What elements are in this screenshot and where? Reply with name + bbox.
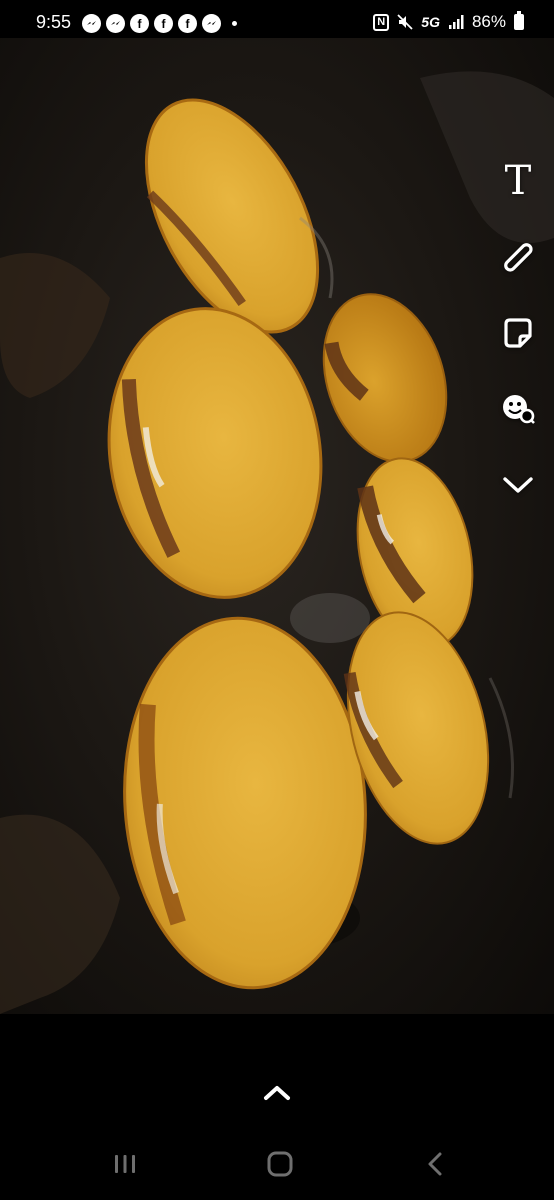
recents-icon [115, 1155, 135, 1173]
navigation-bar [0, 1140, 554, 1188]
home-icon [267, 1151, 293, 1177]
text-icon: T [504, 158, 532, 204]
chevron-up-icon [264, 1086, 290, 1100]
emoji-tool-button[interactable] [496, 384, 540, 434]
messenger-icon [106, 14, 125, 33]
text-tool-button[interactable]: T [496, 156, 540, 206]
messenger-icon [82, 14, 101, 33]
back-icon [428, 1152, 442, 1176]
photo-tacos-on-griddle: T [0, 38, 554, 1014]
emoji-icon [503, 395, 535, 424]
notification-icons: f f f [82, 14, 237, 33]
messenger-icon [202, 14, 221, 33]
facebook-icon: f [130, 14, 149, 33]
battery-icon [514, 11, 524, 30]
editing-tools: T [496, 156, 540, 510]
network-type: 5G [421, 14, 440, 30]
sticker-icon [504, 318, 532, 348]
pencil-icon [504, 243, 533, 272]
facebook-icon: f [178, 14, 197, 33]
more-tools-button[interactable] [496, 460, 540, 510]
more-notifications-dot [232, 21, 237, 26]
mute-icon [397, 14, 413, 30]
back-button[interactable] [420, 1150, 450, 1178]
chevron-down-icon [503, 477, 533, 493]
signal-icon [448, 14, 464, 30]
home-button[interactable] [265, 1150, 295, 1178]
facebook-icon: f [154, 14, 173, 33]
status-time: 9:55 [36, 12, 72, 32]
draw-tool-button[interactable] [496, 232, 540, 282]
nfc-icon: N [373, 13, 390, 31]
recents-button[interactable] [110, 1150, 140, 1178]
system-status: N 5G 86% [373, 11, 524, 32]
battery-percent: 86% [471, 12, 506, 31]
sticker-tool-button[interactable] [496, 308, 540, 358]
swipe-up-button[interactable] [262, 1083, 292, 1103]
